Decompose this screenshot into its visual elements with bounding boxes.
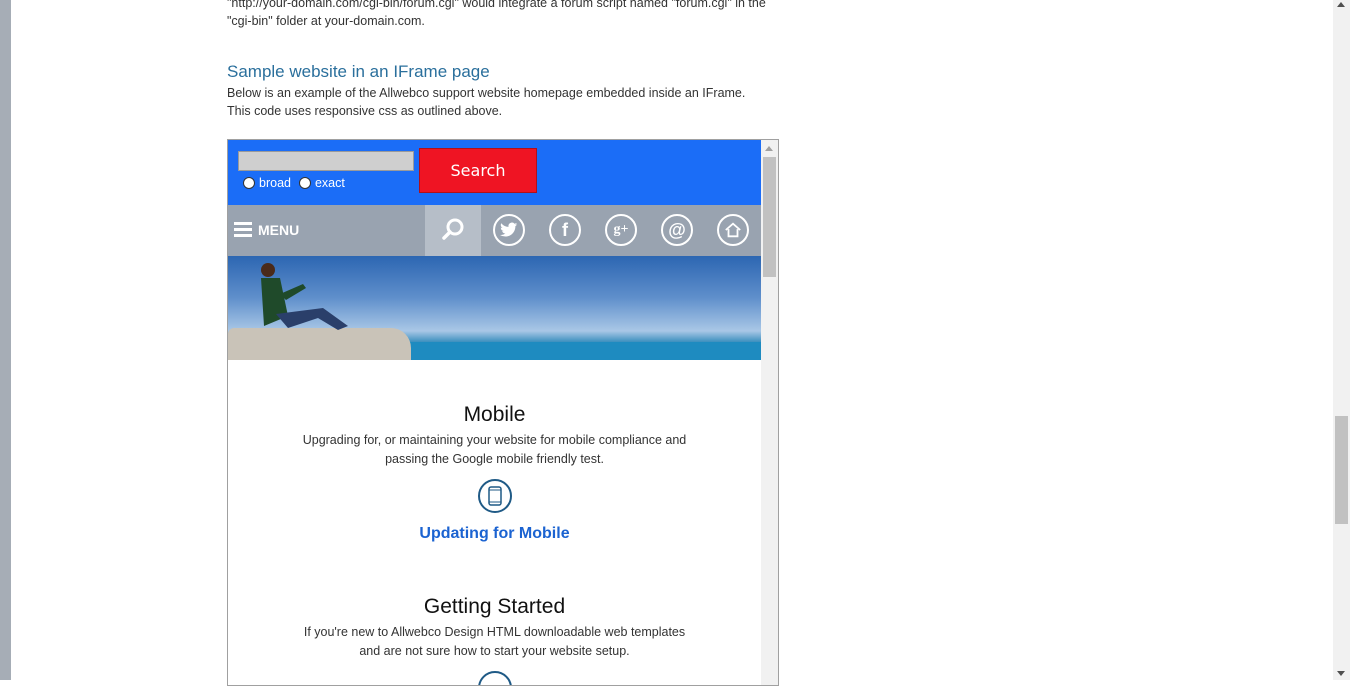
facebook-icon[interactable]: f [549, 214, 581, 246]
intro-text: "http://your-domain.com/cgi-bin/forum.cg… [227, 0, 766, 28]
mobile-phone-icon [477, 479, 512, 513]
radio-exact-label: exact [314, 176, 345, 190]
menu-label: MENU [258, 221, 300, 238]
search-button[interactable]: Search [419, 148, 537, 193]
menu-button[interactable]: MENU [234, 219, 299, 240]
google-plus-icon[interactable]: g+ [605, 214, 637, 246]
sitting-woman-figure [261, 263, 348, 330]
left-edge-bar [0, 0, 11, 680]
page-scroll-up-icon[interactable] [1337, 2, 1345, 7]
page-scrollbar[interactable] [1333, 0, 1350, 680]
nav-search-button[interactable] [425, 205, 481, 256]
search-input[interactable] [238, 151, 414, 171]
iframe-scrollbar[interactable] [761, 140, 778, 685]
site-nav: MENU f g+ @ [228, 205, 761, 256]
updating-for-mobile-link[interactable]: Updating for Mobile [228, 525, 761, 543]
sample-iframe[interactable]: Search broad exact MENU f g+ @ Mobile Up… [227, 139, 779, 686]
section-description: Below is an example of the Allwebco supp… [227, 86, 746, 118]
home-icon[interactable] [717, 214, 749, 246]
page-scroll-down-icon[interactable] [1337, 671, 1345, 676]
service-text: If you're new to Allwebco Design HTML do… [303, 625, 686, 658]
twitter-icon[interactable] [493, 214, 525, 246]
hero-banner-image [228, 256, 761, 360]
radio-broad[interactable] [243, 177, 255, 189]
hamburger-icon [234, 219, 252, 240]
getting-started-icon [477, 671, 512, 685]
service-mobile: Mobile Upgrading for, or maintaining you… [228, 403, 761, 543]
service-text: Upgrading for, or maintaining your websi… [302, 433, 687, 466]
page-scroll-thumb[interactable] [1335, 416, 1348, 524]
email-icon[interactable]: @ [661, 214, 693, 246]
embedded-site: Search broad exact MENU f g+ @ Mobile Up… [228, 140, 761, 685]
search-mode-options: broad exact [243, 176, 353, 190]
radio-exact[interactable] [298, 177, 311, 189]
section-heading: Sample website in an IFrame page [227, 62, 490, 81]
site-header: Search broad exact [228, 140, 761, 205]
iframe-scroll-thumb[interactable] [763, 157, 776, 277]
service-title: Mobile [463, 403, 526, 426]
search-icon [442, 218, 464, 240]
scroll-up-arrow-icon[interactable] [765, 146, 773, 151]
radio-broad-label: broad [259, 176, 291, 190]
service-title: Getting Started [423, 595, 566, 618]
service-getting-started: Getting Started If you're new to Allwebc… [228, 595, 761, 685]
